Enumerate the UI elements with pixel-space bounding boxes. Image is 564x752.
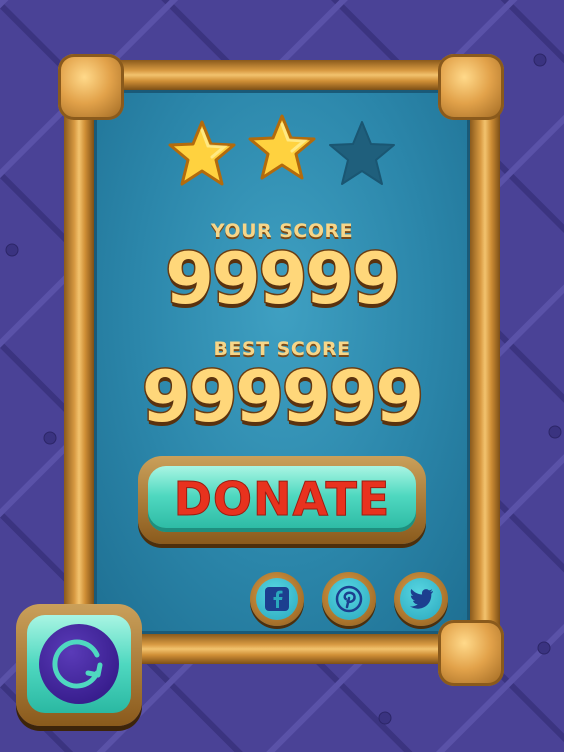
frame-pipe-top (96, 60, 476, 90)
pinterest-button[interactable] (322, 572, 376, 626)
best-score-value: 999999 (140, 355, 425, 440)
frame-pipe-left (64, 96, 94, 636)
twitter-icon (410, 589, 433, 609)
donate-button-face[interactable]: DONATE (148, 466, 416, 532)
donate-button-label: DONATE (173, 472, 391, 527)
frame-pipe-right (470, 96, 500, 636)
twitter-button[interactable] (394, 572, 448, 626)
frame-pipe-bottom (96, 634, 476, 664)
star-3-icon (329, 121, 395, 185)
your-score-value: 99999 (164, 237, 403, 322)
restart-button-face[interactable] (27, 615, 131, 713)
pinterest-icon (335, 585, 363, 613)
restart-button-core (39, 624, 119, 704)
facebook-button[interactable] (250, 572, 304, 626)
frame-elbow-bottom-right (438, 620, 504, 686)
star-1-icon (168, 120, 236, 186)
frame-elbow-top-right (438, 54, 504, 120)
frame-elbow-top-left (58, 54, 124, 120)
restart-icon (52, 639, 103, 689)
star-2-icon (248, 114, 316, 180)
donate-button[interactable]: DONATE (138, 456, 426, 544)
restart-button[interactable] (16, 604, 142, 726)
facebook-icon (265, 587, 289, 611)
